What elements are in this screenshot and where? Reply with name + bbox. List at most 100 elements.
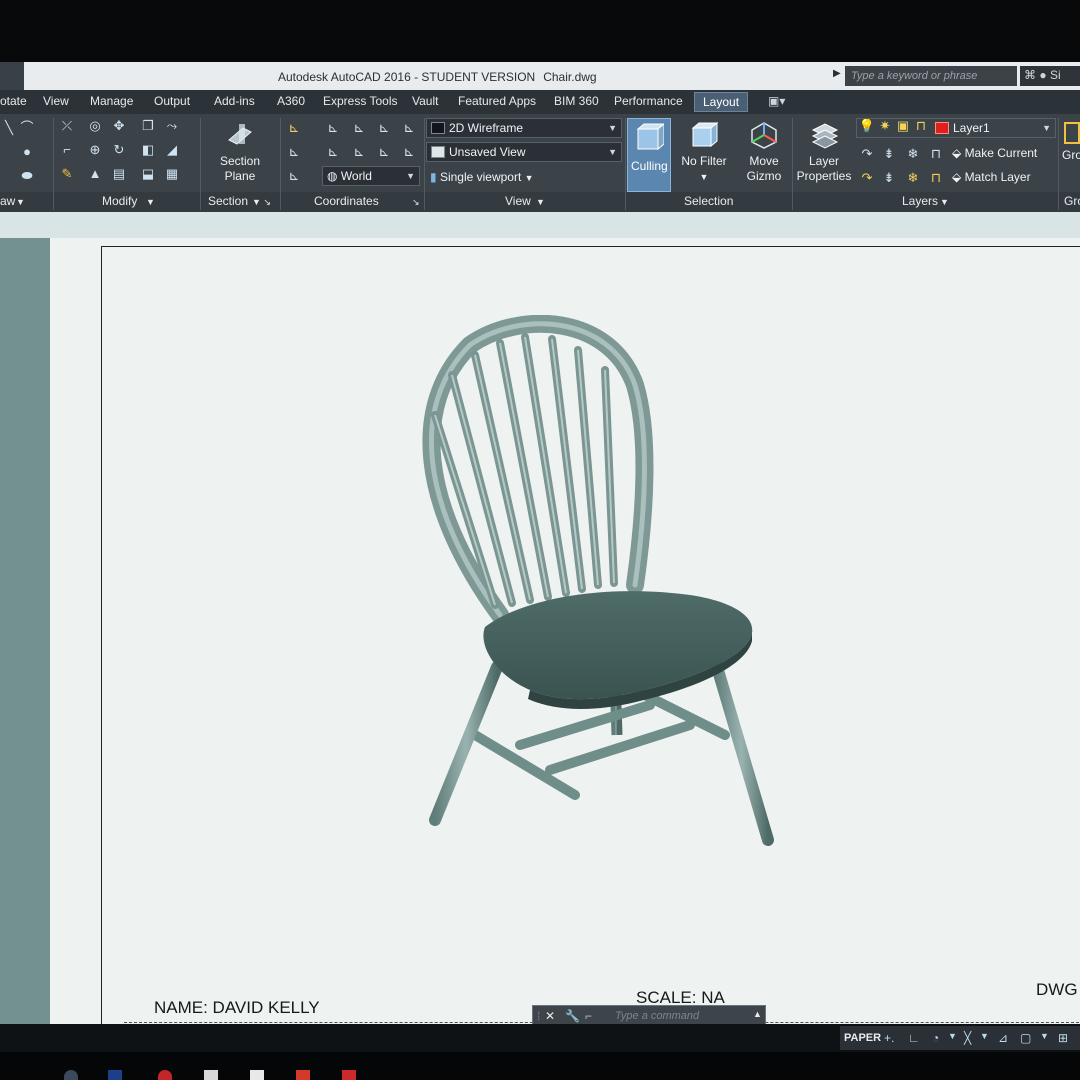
section-expand-icon[interactable]: ▼ ↘ (252, 197, 271, 208)
autocad-taskbar-icon[interactable] (342, 1070, 356, 1080)
taskbar-app-icon[interactable] (108, 1070, 122, 1080)
tab-layout[interactable]: Layout (694, 92, 749, 112)
modify-expand-icon[interactable]: ▼ (146, 197, 155, 207)
tab-add-ins[interactable]: Add-ins (214, 94, 255, 108)
chevron-up-icon[interactable]: ▲ (753, 1009, 762, 1019)
space-toggle[interactable]: PAPER (844, 1032, 881, 1044)
ucs-y-icon[interactable]: ⊾ (375, 120, 393, 136)
move-icon[interactable]: ✥ (110, 118, 128, 134)
circle-icon[interactable]: ● (18, 144, 36, 160)
chevron-down-icon[interactable]: ▼ (1040, 1031, 1049, 1041)
ortho-icon[interactable]: ∟ (908, 1031, 920, 1045)
culling-button[interactable]: Culling (627, 118, 671, 192)
ribbon-options-icon[interactable]: ▣▾ (768, 94, 785, 108)
tab-annotate[interactable]: otate (0, 94, 27, 108)
taskbar-app-icon[interactable] (64, 1070, 78, 1080)
ucs-x-icon[interactable]: ⊾ (350, 120, 368, 136)
triangle-icon[interactable]: ▲ (86, 166, 104, 182)
annotation-icon[interactable]: ⊿ (998, 1031, 1008, 1045)
layer-thaw-icon[interactable]: ❄ (904, 170, 922, 186)
ellipse-icon[interactable]: ⬬ (18, 168, 36, 184)
array-icon[interactable]: ⊕ (86, 142, 104, 158)
signin-label[interactable]: Si (1050, 68, 1061, 82)
solid-edit-icon[interactable]: ⬓ (139, 166, 157, 182)
trim-icon[interactable]: ⤫ (58, 118, 76, 134)
wrench-icon[interactable]: 🔧 (565, 1009, 580, 1023)
tab-featured-apps[interactable]: Featured Apps (458, 94, 536, 108)
chevron-down-icon[interactable]: ▼ (948, 1031, 957, 1041)
fillet-icon[interactable]: ⌐ (58, 142, 76, 158)
taskbar-app-icon[interactable] (204, 1070, 218, 1080)
panel-draw-label[interactable]: aw (0, 194, 15, 208)
rotate-icon[interactable]: ◎ (86, 118, 104, 134)
taskbar-app-icon[interactable] (296, 1070, 310, 1080)
draw-expand-icon[interactable]: ▼ (16, 197, 25, 207)
taskbar-app-icon[interactable] (250, 1070, 264, 1080)
grid-icon[interactable]: ▦ (163, 166, 181, 182)
panel-coordinates-label[interactable]: Coordinates (314, 194, 379, 208)
search-expand-icon[interactable]: ▶ (833, 68, 841, 79)
ucs-3point-icon[interactable]: ⊾ (285, 144, 303, 160)
layer-off-icon[interactable]: ↷ (858, 146, 876, 162)
ucs-select[interactable]: ◍ World ▼ (322, 166, 420, 186)
tab-view[interactable]: View (43, 94, 69, 108)
tab-manage[interactable]: Manage (90, 94, 133, 108)
layer-on-icon[interactable]: ↷ (858, 170, 876, 186)
close-icon[interactable]: ✕ (545, 1009, 555, 1023)
arc-icon[interactable]: ⌒ (18, 120, 36, 136)
osnap-icon[interactable]: ╳ (964, 1031, 971, 1045)
visual-style-select[interactable]: 2D Wireframe ▼ (426, 118, 622, 138)
layer-lock-icon[interactable]: ⊓ (927, 146, 945, 162)
layer-select[interactable]: Layer1 ▼ (856, 118, 1056, 138)
ucs-z-icon[interactable]: ⊾ (400, 120, 418, 136)
panel-layers-label[interactable]: Layers (902, 194, 938, 208)
ucs-world-icon[interactable]: ⊾ (285, 168, 303, 184)
line-icon[interactable]: ╲ (0, 120, 18, 136)
named-view-select[interactable]: Unsaved View ▼ (426, 142, 622, 162)
match-layer-button[interactable]: ⬙ Match Layer (952, 170, 1031, 184)
make-current-button[interactable]: ⬙ Make Current (952, 146, 1037, 160)
chevron-down-icon[interactable]: ▼ (980, 1031, 989, 1041)
user-icon[interactable]: ● (1039, 68, 1046, 82)
command-input[interactable]: Type a command (615, 1010, 699, 1022)
panel-section-label[interactable]: Section (208, 194, 248, 208)
ucs-view-icon[interactable]: ⊾ (324, 144, 342, 160)
polar-icon[interactable]: ◔ (932, 1031, 939, 1045)
panel-selection-label[interactable]: Selection (684, 194, 733, 208)
tab-output[interactable]: Output (154, 94, 190, 108)
binoculars-icon[interactable]: ⌘ (1024, 68, 1036, 82)
chair-model[interactable] (400, 315, 780, 935)
panel-modify-label[interactable]: Modify (102, 194, 137, 208)
ucs-face-icon[interactable]: ⊾ (375, 144, 393, 160)
viewport-config-button[interactable]: ▮ Single viewport ▼ (430, 170, 534, 184)
tab-performance[interactable]: Performance (614, 94, 683, 108)
chamfer-icon[interactable]: ◢ (163, 142, 181, 158)
layer-isolate-icon[interactable]: ⇟ (880, 146, 898, 162)
search-input[interactable]: Type a keyword or phrase (845, 66, 1017, 86)
tab-vault[interactable]: Vault (412, 94, 438, 108)
tab-express-tools[interactable]: Express Tools (323, 94, 397, 108)
coordinates-expand-icon[interactable]: ↘ (412, 197, 420, 208)
ucs-previous-icon[interactable]: ⊾ (400, 144, 418, 160)
tab-bim-360[interactable]: BIM 360 (554, 94, 599, 108)
ucs-origin-icon[interactable]: ⊾ (324, 120, 342, 136)
view-expand-icon[interactable]: ▼ (536, 197, 545, 207)
refresh-icon[interactable]: ↻ (110, 142, 128, 158)
group-button[interactable]: Gro (1062, 122, 1080, 163)
layer-properties-button[interactable]: Layer Properties (796, 120, 852, 184)
layer-unisolate-icon[interactable]: ⇟ (880, 170, 898, 186)
taskbar-app-icon[interactable] (158, 1070, 172, 1080)
layers-expand-icon[interactable]: ▼ (940, 197, 949, 207)
workspace-icon[interactable]: ▢ (1020, 1031, 1031, 1045)
ucs-object-icon[interactable]: ⊾ (350, 144, 368, 160)
mirror-icon[interactable]: ◧ (139, 142, 157, 158)
layer-freeze-icon[interactable]: ❄ (904, 146, 922, 162)
ucs-icon[interactable]: ⊾ (285, 120, 303, 136)
stretch-icon[interactable]: ⤳ (163, 118, 181, 134)
grip-icon[interactable]: ⁞ (537, 1009, 540, 1023)
move-gizmo-button[interactable]: Move Gizmo (738, 120, 790, 184)
fullscreen-icon[interactable]: ⊞ (1058, 1031, 1068, 1045)
layer-unlock-icon[interactable]: ⊓ (927, 170, 945, 186)
grid-snap-icon[interactable]: +. (884, 1031, 894, 1045)
copy-icon[interactable]: ❐ (139, 118, 157, 134)
